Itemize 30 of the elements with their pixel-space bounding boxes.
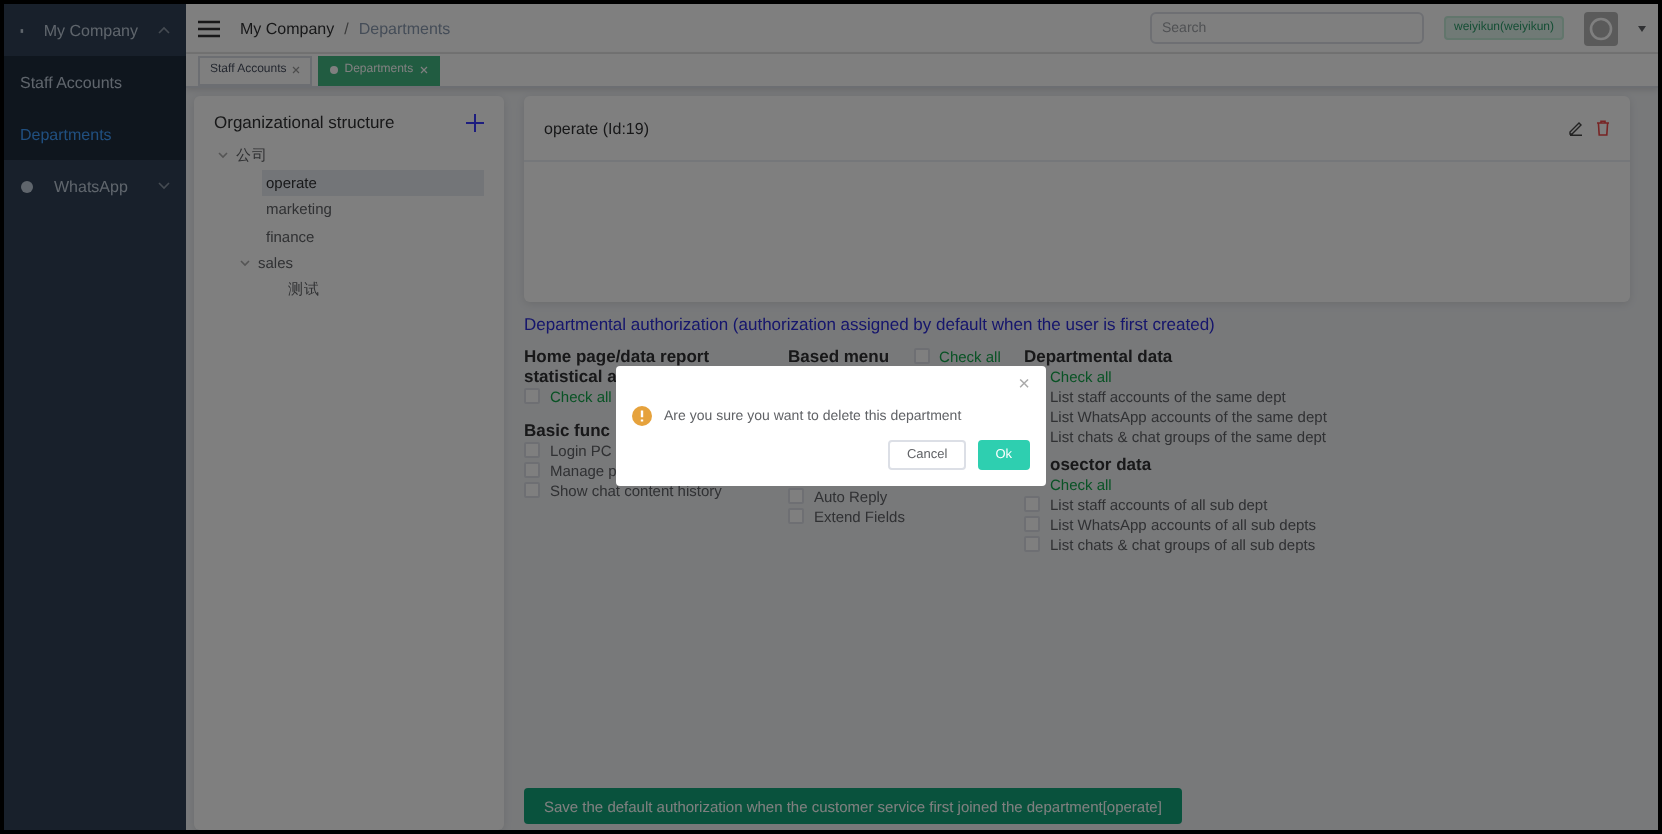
breadcrumb-item[interactable]: My Company bbox=[240, 19, 335, 37]
warning-icon bbox=[632, 406, 652, 426]
trash-icon[interactable] bbox=[1596, 120, 1610, 136]
detail-title: operate (Id:19) bbox=[544, 119, 651, 137]
caret-down-icon[interactable] bbox=[218, 150, 228, 161]
caret-down-icon[interactable] bbox=[1638, 25, 1646, 31]
sidebar-item[interactable]: Staff Accounts bbox=[4, 56, 186, 108]
card-title: Organizational structure bbox=[214, 112, 395, 132]
chevron-up-icon bbox=[158, 26, 170, 34]
pencil-icon[interactable] bbox=[1568, 120, 1584, 136]
breadcrumb-separator: / bbox=[344, 19, 349, 37]
checkbox[interactable] bbox=[788, 488, 804, 504]
plus-icon[interactable] bbox=[466, 113, 484, 131]
menu-group[interactable]: My Company bbox=[43, 21, 138, 39]
menu-group[interactable]: WhatsApp bbox=[54, 177, 138, 195]
close-icon[interactable] bbox=[292, 66, 301, 74]
group-title: Basic func bbox=[524, 420, 610, 440]
section-heading: Departmental authorization (authorization assigned by default when the user is first created) bbox=[524, 314, 1217, 334]
group-title: Home page/data report statistical a bbox=[524, 346, 712, 386]
sidebar-item[interactable]: Departments bbox=[4, 108, 186, 160]
group-title: Based menu bbox=[788, 346, 890, 366]
avatar-icon[interactable] bbox=[1584, 11, 1618, 45]
group-title: Departmental data bbox=[1024, 346, 1173, 366]
close-button[interactable]: × bbox=[1018, 376, 1030, 396]
breadcrumb-item[interactable]: Departments bbox=[358, 19, 451, 37]
caret-down-icon[interactable] bbox=[240, 258, 250, 269]
chevron-down-icon bbox=[158, 182, 170, 190]
group-title: osector data bbox=[1050, 454, 1152, 474]
menu-icon[interactable] bbox=[198, 19, 220, 37]
checkbox[interactable] bbox=[913, 348, 930, 364]
